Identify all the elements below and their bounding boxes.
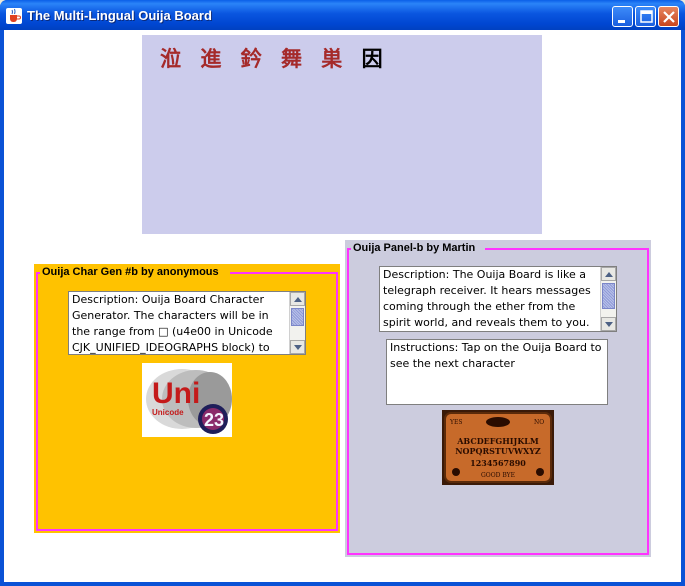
java-cup-icon	[6, 8, 22, 24]
moon-icon	[452, 468, 460, 476]
previous-character: 巣	[321, 47, 349, 71]
ouija-row-2: NOPQRSTUVWXYZ	[455, 446, 541, 456]
description-text: Description: Ouija Board Character Gener…	[72, 293, 273, 354]
instructions-text: Instructions: Tap on the Ouija Board to …	[390, 341, 602, 370]
ouija-row-3: 1234567890	[470, 458, 526, 468]
close-button[interactable]	[658, 6, 679, 27]
description-textarea[interactable]: Description: The Ouija Board is like a t…	[379, 266, 617, 332]
scroll-thumb[interactable]	[291, 308, 304, 326]
scroll-down-button[interactable]	[601, 317, 616, 331]
arrow-up-icon	[605, 272, 613, 277]
minimize-icon	[618, 20, 625, 23]
ouija-row-1: ABCDEFGHIJKLM	[456, 436, 539, 446]
minimize-button[interactable]	[612, 6, 633, 27]
ouija-yes: YES	[449, 419, 462, 426]
maximize-button[interactable]	[635, 6, 656, 27]
previous-character: 鈐	[240, 47, 268, 71]
unicode-logo-text: Unicode	[152, 408, 184, 417]
arrow-down-icon	[605, 322, 613, 327]
vertical-scrollbar[interactable]	[600, 267, 616, 331]
title-bar[interactable]: The Multi-Lingual Ouija Board	[0, 0, 685, 30]
group-title: Ouija Panel-b by Martin	[353, 242, 476, 254]
ouija-no: NO	[534, 419, 544, 426]
star-icon	[536, 468, 544, 476]
description-textarea[interactable]: Description: Ouija Board Character Gener…	[68, 291, 306, 355]
client-area: 涖 進 鈐 舞 巣 因 Ouija Char Gen #b by anonymo…	[4, 30, 681, 582]
scroll-thumb[interactable]	[602, 283, 615, 309]
ouija-footer: GOOD BYE	[481, 472, 515, 479]
scroll-down-button[interactable]	[290, 340, 305, 354]
previous-character: 進	[200, 47, 228, 71]
current-character: 因	[361, 47, 389, 71]
vertical-scrollbar[interactable]	[289, 292, 305, 354]
instructions-textarea[interactable]: Instructions: Tap on the Ouija Board to …	[386, 339, 608, 405]
character-display-panel: 涖 進 鈐 舞 巣 因	[142, 35, 542, 234]
character-sequence: 涖 進 鈐 舞 巣 因	[160, 43, 389, 73]
ouija-board-image[interactable]: YES NO ABCDEFGHIJKLM NOPQRSTUVWXYZ 12345…	[442, 410, 554, 485]
maximize-icon	[640, 10, 653, 23]
unicode-badge-number: 23	[204, 410, 224, 430]
scroll-up-button[interactable]	[601, 267, 616, 281]
arrow-up-icon	[294, 297, 302, 302]
group-border-top-right	[230, 272, 338, 274]
ouija-emblem	[486, 417, 510, 427]
previous-character: 舞	[280, 47, 308, 71]
ouija-panel: Ouija Panel-b by Martin Description: The…	[345, 240, 651, 557]
description-text: Description: The Ouija Board is like a t…	[383, 268, 591, 329]
unicode-logo-image: Uni Unicode 23	[142, 363, 232, 437]
group-border-top-right	[485, 248, 649, 250]
previous-character: 涖	[160, 47, 187, 71]
scroll-up-button[interactable]	[290, 292, 305, 306]
arrow-down-icon	[294, 345, 302, 350]
group-title: Ouija Char Gen #b by anonymous	[42, 266, 219, 278]
window-title: The Multi-Lingual Ouija Board	[27, 8, 212, 23]
close-icon	[663, 11, 675, 23]
char-gen-panel: Ouija Char Gen #b by anonymous Descripti…	[34, 264, 340, 533]
unicode-logo-letters: Uni	[152, 377, 200, 410]
app-window: The Multi-Lingual Ouija Board 涖 進 鈐 舞 巣 …	[0, 0, 685, 586]
